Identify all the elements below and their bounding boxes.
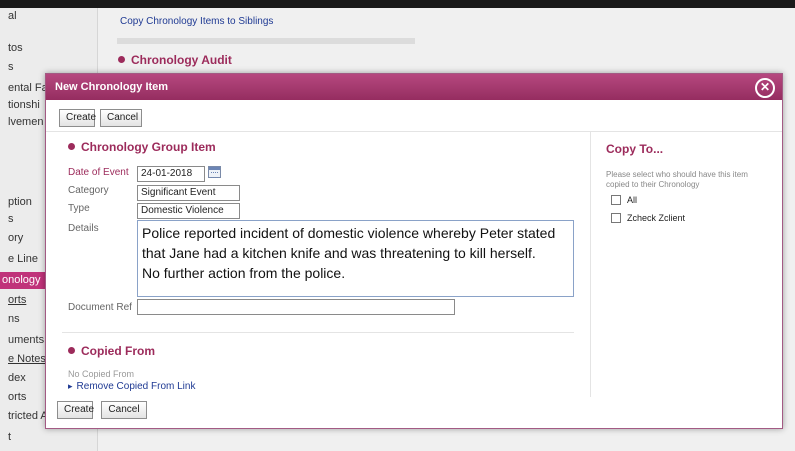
copy-to-client-label: Zcheck Zclient [627, 213, 686, 223]
sidebar-item[interactable]: lvemen [8, 116, 43, 128]
remove-copied-from-link[interactable]: Remove Copied From Link [68, 381, 196, 392]
calendar-icon[interactable] [208, 166, 221, 178]
background-bar [117, 38, 415, 44]
sidebar-item[interactable]: e Notes [8, 353, 46, 365]
sidebar-item[interactable]: al [8, 10, 17, 22]
document-ref-label: Document Ref [68, 302, 132, 313]
copy-to-all-checkbox[interactable] [611, 195, 621, 205]
sidebar-item[interactable]: t [8, 431, 11, 443]
date-of-event-label: Date of Event [68, 167, 129, 178]
copy-to-panel-divider [590, 132, 591, 397]
copy-to-instructions: Please select who should have this item … [606, 170, 748, 189]
close-icon[interactable]: ✕ [755, 78, 775, 98]
type-field[interactable]: Domestic Violence [137, 203, 240, 219]
chronology-audit-heading: Chronology Audit [118, 53, 232, 67]
top-bar [0, 0, 795, 8]
sidebar-item[interactable]: ental Fa [8, 82, 48, 94]
create-button-bottom[interactable]: Create [57, 401, 94, 419]
sidebar-item[interactable]: tos [8, 42, 23, 54]
copy-to-siblings-link[interactable]: Copy Chronology Items to Siblings [120, 16, 273, 27]
sidebar-item[interactable]: ns [8, 313, 20, 325]
sidebar-item[interactable]: uments [8, 334, 44, 346]
sidebar-item[interactable]: ption [8, 196, 32, 208]
cancel-button-top[interactable]: Cancel [100, 109, 142, 127]
bullet-icon [68, 143, 75, 151]
bullet-icon [68, 347, 75, 355]
chronology-group-label: Chronology Group Item [81, 140, 216, 154]
copy-to-all-label: All [627, 195, 638, 205]
toolbar-divider [46, 131, 782, 132]
sidebar-item[interactable]: tionshi [8, 99, 40, 111]
sidebar-item[interactable]: ory [8, 232, 23, 244]
copied-from-label: Copied From [81, 344, 155, 358]
details-textarea[interactable]: Police reported incident of domestic vio… [137, 220, 574, 297]
copied-from-heading: Copied From [68, 344, 155, 358]
category-label: Category [68, 185, 109, 196]
sidebar-item[interactable]: s [8, 213, 14, 225]
sidebar-item[interactable]: orts [8, 294, 26, 306]
date-of-event-field[interactable]: 24-01-2018 [137, 166, 205, 182]
chronology-group-heading: Chronology Group Item [68, 140, 216, 154]
dialog-title-bar: New Chronology Item ✕ [46, 74, 782, 100]
sidebar-item[interactable]: dex [8, 372, 26, 384]
cancel-button-bottom[interactable]: Cancel [101, 401, 147, 419]
bullet-icon [118, 56, 125, 64]
details-label: Details [68, 223, 99, 234]
sidebar-item[interactable]: orts [8, 391, 26, 403]
no-copied-from-text: No Copied From [68, 369, 135, 379]
create-button-top[interactable]: Create [59, 109, 96, 127]
new-chronology-item-dialog: New Chronology Item ✕ Create Cancel Chro… [45, 73, 783, 429]
sidebar-item[interactable]: e Line [8, 253, 38, 265]
document-ref-field[interactable] [137, 299, 455, 315]
section-divider [62, 332, 574, 333]
type-label: Type [68, 203, 90, 214]
category-field[interactable]: Significant Event [137, 185, 240, 201]
sidebar-item[interactable]: tricted A [8, 410, 48, 422]
chronology-audit-label: Chronology Audit [131, 53, 232, 67]
copy-to-heading: Copy To... [606, 142, 664, 156]
sidebar-item[interactable]: s [8, 61, 14, 73]
copy-to-client-checkbox[interactable] [611, 213, 621, 223]
dialog-title: New Chronology Item [55, 81, 169, 93]
